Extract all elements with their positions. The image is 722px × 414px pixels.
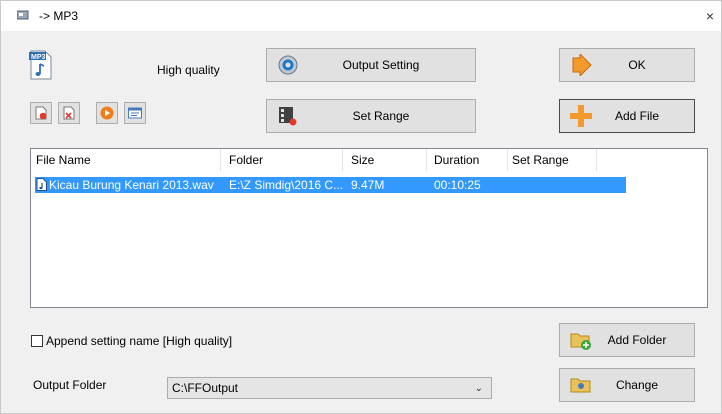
folder-cell: E:\Z Simdig\2016 C... — [229, 178, 344, 192]
duration-cell: 00:10:25 — [434, 178, 481, 192]
window-title: -> MP3 — [39, 9, 79, 23]
converter-window: -> MP3 × MP3 High quality Output Setting… — [0, 0, 722, 414]
output-setting-label: Output Setting — [342, 58, 420, 72]
file-list[interactable]: File Name Folder Size Duration Set Range… — [30, 148, 708, 308]
close-icon[interactable]: × — [701, 7, 719, 25]
clear-list-button[interactable] — [30, 102, 52, 124]
title-bar: -> MP3 × — [1, 1, 721, 31]
set-range-button[interactable]: Set Range — [266, 99, 476, 133]
output-folder-value: C:\FFOutput — [172, 381, 239, 395]
column-header-set-range[interactable]: Set Range — [507, 149, 597, 171]
audio-file-icon — [36, 178, 47, 191]
output-folder-label: Output Folder — [33, 378, 107, 392]
table-row[interactable]: Kicau Burung Kenari 2013.wav E:\Z Simdig… — [35, 177, 626, 193]
column-header-duration[interactable]: Duration — [429, 149, 508, 171]
set-range-cell — [512, 177, 592, 193]
clear-list-icon — [35, 106, 47, 120]
column-header-file-name[interactable]: File Name — [31, 149, 221, 171]
size-cell: 9.47M — [351, 178, 385, 192]
mp3-format-icon: MP3 — [29, 50, 52, 80]
add-folder-button[interactable]: Add Folder — [559, 323, 695, 357]
ok-label: OK — [628, 58, 646, 72]
change-label: Change — [615, 378, 659, 392]
add-file-label: Add File — [614, 109, 660, 123]
add-file-button[interactable]: Add File — [559, 99, 695, 133]
set-range-label: Set Range — [352, 109, 410, 123]
add-folder-label: Add Folder — [607, 333, 667, 347]
svg-text:MP3: MP3 — [31, 54, 46, 61]
media-info-icon — [128, 107, 142, 119]
media-info-button[interactable] — [124, 102, 146, 124]
remove-file-button[interactable] — [58, 102, 80, 124]
play-icon — [100, 106, 114, 120]
remove-file-icon — [63, 106, 75, 120]
output-folder-select[interactable]: C:\FFOutput ⌄ — [167, 377, 492, 399]
change-button[interactable]: Change — [559, 368, 695, 402]
app-icon — [17, 10, 29, 20]
column-header-folder[interactable]: Folder — [224, 149, 343, 171]
chevron-down-icon: ⌄ — [474, 383, 483, 394]
quality-label: High quality — [157, 63, 220, 77]
file-name-cell: Kicau Burung Kenari 2013.wav — [49, 178, 214, 192]
output-setting-button[interactable]: Output Setting — [266, 48, 476, 82]
append-setting-checkbox[interactable] — [31, 335, 43, 347]
play-button[interactable] — [96, 102, 118, 124]
column-header-size[interactable]: Size — [346, 149, 427, 171]
ok-button[interactable]: OK — [559, 48, 695, 82]
append-setting-label: Append setting name [High quality] — [46, 334, 233, 348]
